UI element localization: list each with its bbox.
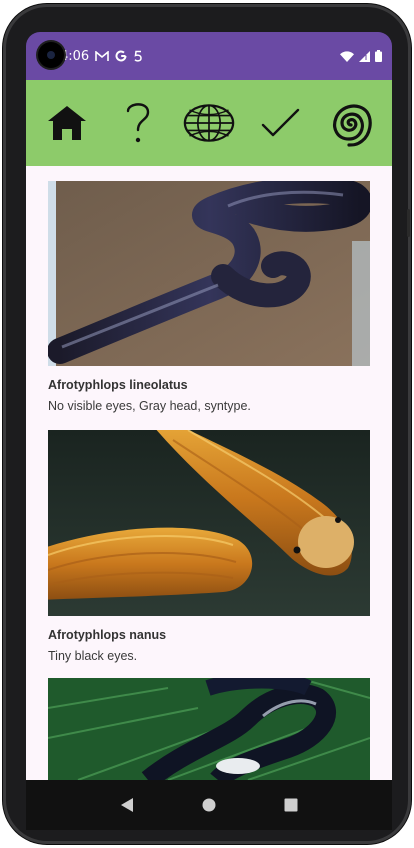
species-photo <box>48 678 370 780</box>
gmail-icon <box>95 50 110 61</box>
app-toolbar <box>26 80 392 166</box>
species-description: Tiny black eyes. <box>48 649 138 663</box>
status-notifications: 4:06 <box>60 49 143 64</box>
checkmark-icon[interactable] <box>254 97 306 149</box>
cell-signal-icon <box>359 50 370 62</box>
wifi-icon <box>340 50 354 62</box>
species-list[interactable]: Afrotyphlops lineolatus No visible eyes,… <box>26 166 392 780</box>
question-icon[interactable] <box>112 97 164 149</box>
phone-frame: 4:06 Afrotyphlops lineolatus No visible … <box>3 4 411 844</box>
species-photo <box>48 430 370 616</box>
species-card[interactable] <box>48 678 370 780</box>
species-description: No visible eyes, Gray head, syntype. <box>48 399 251 413</box>
google-icon <box>115 50 127 62</box>
power-button <box>407 209 410 237</box>
status-system-icons <box>340 50 382 62</box>
system-nav-bar <box>26 780 392 830</box>
globe-icon[interactable] <box>183 97 235 149</box>
species-name: Afrotyphlops nanus <box>48 628 167 642</box>
battery-icon <box>375 50 382 62</box>
status-bar: 4:06 <box>26 32 392 80</box>
back-icon[interactable] <box>115 793 139 817</box>
screen: 4:06 Afrotyphlops lineolatus No visible … <box>26 32 392 830</box>
species-photo <box>48 181 370 366</box>
front-camera <box>38 42 64 68</box>
species-name: Afrotyphlops lineolatus <box>48 378 188 392</box>
recents-icon[interactable] <box>279 793 303 817</box>
species-card[interactable]: Afrotyphlops nanus Tiny black eyes. <box>48 430 370 664</box>
status-time: 4:06 <box>60 48 90 64</box>
five-icon <box>134 50 142 62</box>
species-card[interactable]: Afrotyphlops lineolatus No visible eyes,… <box>48 181 370 414</box>
home-circle-icon[interactable] <box>197 793 221 817</box>
spiral-icon[interactable] <box>325 97 377 149</box>
home-icon[interactable] <box>41 97 93 149</box>
